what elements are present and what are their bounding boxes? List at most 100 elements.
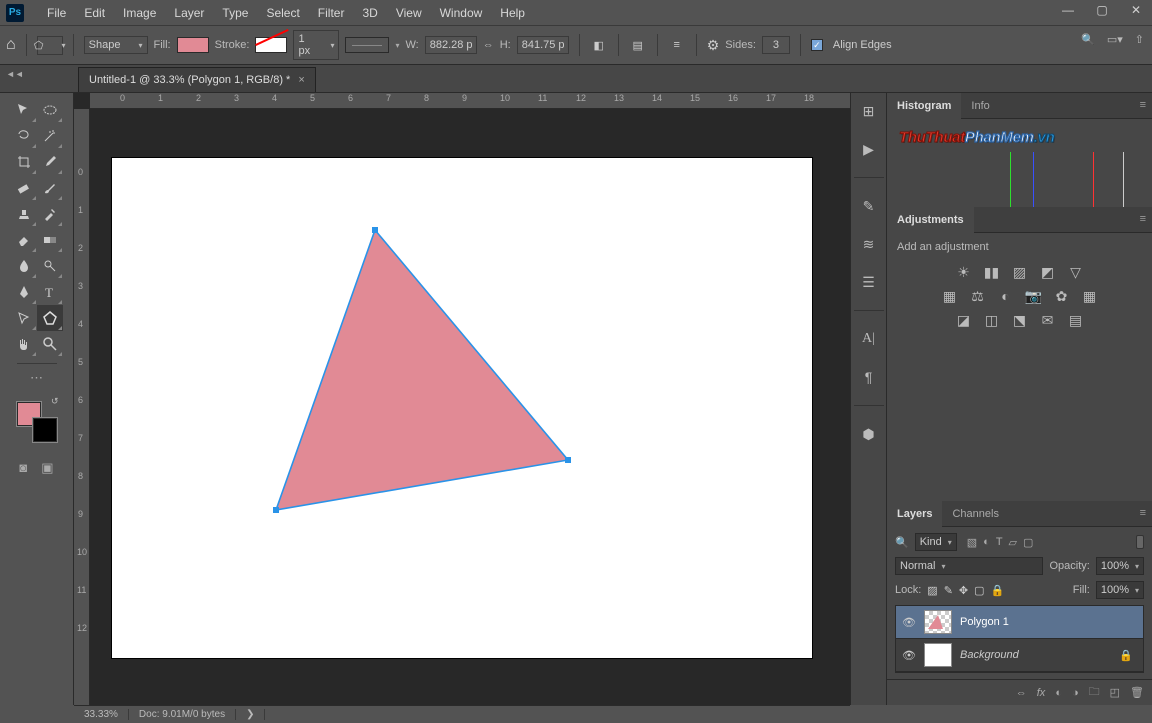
lock-transparent-icon[interactable]: ▨ <box>927 584 937 597</box>
share-icon[interactable]: ⇧ <box>1135 33 1144 46</box>
eyedropper-tool[interactable] <box>37 149 63 175</box>
marquee-tool[interactable] <box>37 97 63 123</box>
quick-mask-icon[interactable]: ◙ <box>19 460 27 476</box>
align-edges-checkbox[interactable]: ✓ <box>811 39 823 51</box>
menu-image[interactable]: Image <box>114 2 165 24</box>
dock-history-icon[interactable]: ≋ <box>856 232 882 256</box>
lock-artboard-icon[interactable]: ▢ <box>974 584 984 597</box>
filter-type-icon[interactable]: T <box>996 536 1003 549</box>
vibrance-icon[interactable]: ▽ <box>1067 263 1085 281</box>
photo-filter-icon[interactable]: 📷 <box>1025 287 1043 305</box>
filter-adjust-icon[interactable]: ◐ <box>983 536 990 549</box>
color-swatches[interactable]: ↺ <box>17 402 57 442</box>
anchor-point[interactable] <box>273 507 279 513</box>
screen-mode-icon[interactable]: ▣ <box>41 460 53 476</box>
tab-adjustments[interactable]: Adjustments <box>887 207 974 233</box>
menu-filter[interactable]: Filter <box>309 2 354 24</box>
close-tab-icon[interactable]: × <box>298 74 304 86</box>
home-icon[interactable]: ⌂ <box>6 36 16 54</box>
gradient-tool[interactable] <box>37 227 63 253</box>
width-input[interactable] <box>425 36 477 54</box>
delete-layer-icon[interactable]: 🗑 <box>1130 686 1144 699</box>
filter-toggle[interactable] <box>1136 535 1144 549</box>
maximize-button[interactable]: ▢ <box>1092 3 1112 17</box>
filter-smart-icon[interactable]: ▢ <box>1023 536 1033 549</box>
edit-toolbar-icon[interactable]: ⋯ <box>30 370 43 386</box>
layer-thumbnail[interactable] <box>924 643 952 667</box>
minimize-button[interactable]: — <box>1058 3 1078 17</box>
zoom-level[interactable]: 33.33% <box>74 709 129 720</box>
new-adjustment-layer-icon[interactable]: ◑ <box>1072 687 1079 699</box>
panel-menu-icon[interactable]: ≡ <box>1140 99 1146 111</box>
height-input[interactable] <box>517 36 569 54</box>
geometry-options-icon[interactable]: ⚙ <box>707 37 720 54</box>
anchor-point[interactable] <box>565 457 571 463</box>
visibility-icon[interactable]: 👁 <box>902 616 916 629</box>
path-arrangement-icon[interactable]: ≡ <box>668 36 686 54</box>
dodge-tool[interactable] <box>37 253 63 279</box>
opacity-input[interactable]: 100% <box>1096 557 1144 575</box>
zoom-tool[interactable] <box>37 331 63 357</box>
curves-icon[interactable]: ▨ <box>1011 263 1029 281</box>
layer-mask-icon[interactable]: ◐ <box>1055 687 1062 699</box>
canvas-area[interactable]: 0 1 2 3 4 5 6 7 8 9 10 11 12 13 14 15 16… <box>74 93 850 705</box>
search-icon[interactable]: 🔍 <box>1081 33 1095 46</box>
healing-brush-tool[interactable] <box>11 175 37 201</box>
menu-edit[interactable]: Edit <box>75 2 114 24</box>
dock-brush-icon[interactable]: ✎ <box>856 194 882 218</box>
workspace-switcher-icon[interactable]: ▭▾ <box>1107 33 1123 46</box>
move-tool[interactable] <box>11 97 37 123</box>
invert-icon[interactable]: ◪ <box>955 311 973 329</box>
menu-window[interactable]: Window <box>431 2 492 24</box>
eraser-tool[interactable] <box>11 227 37 253</box>
hue-icon[interactable]: ▦ <box>941 287 959 305</box>
gradient-map-icon[interactable]: ✉ <box>1039 311 1057 329</box>
dock-play-icon[interactable]: ▶ <box>856 137 882 161</box>
exposure-icon[interactable]: ◩ <box>1039 263 1057 281</box>
layer-name[interactable]: Background <box>960 649 1019 661</box>
path-alignment-icon[interactable]: ▤ <box>629 36 647 54</box>
type-tool[interactable]: T <box>37 279 63 305</box>
bw-icon[interactable]: ◐ <box>997 287 1015 305</box>
sides-input[interactable] <box>762 36 790 54</box>
collapse-toolbar-icon[interactable]: ◄◄ <box>6 69 24 79</box>
menu-3d[interactable]: 3D <box>353 2 386 24</box>
magic-wand-tool[interactable] <box>37 123 63 149</box>
channel-mixer-icon[interactable]: ✿ <box>1053 287 1071 305</box>
filter-pixel-icon[interactable]: ▧ <box>967 536 977 549</box>
shape-tool[interactable] <box>37 305 63 331</box>
document-tab[interactable]: Untitled-1 @ 33.3% (Polygon 1, RGB/8) * … <box>78 67 316 92</box>
fill-swatch[interactable] <box>177 37 209 53</box>
stroke-width-input[interactable]: 1 px <box>293 30 339 60</box>
layer-item-polygon[interactable]: 👁 Polygon 1 <box>896 606 1143 639</box>
color-balance-icon[interactable]: ⚖ <box>969 287 987 305</box>
layer-item-background[interactable]: 👁 Background 🔒 <box>896 639 1143 672</box>
path-selection-tool[interactable] <box>11 305 37 331</box>
posterize-icon[interactable]: ◫ <box>983 311 1001 329</box>
layer-name[interactable]: Polygon 1 <box>960 616 1009 628</box>
clone-stamp-tool[interactable] <box>11 201 37 227</box>
status-more[interactable]: ❯ <box>236 709 265 720</box>
lookup-icon[interactable]: ▦ <box>1081 287 1099 305</box>
anchor-point[interactable] <box>372 227 378 233</box>
tab-channels[interactable]: Channels <box>942 501 1008 527</box>
menu-type[interactable]: Type <box>213 2 257 24</box>
layer-filter-select[interactable]: Kind <box>915 533 957 551</box>
doc-size[interactable]: Doc: 9.01M/0 bytes <box>129 709 236 720</box>
link-wh-icon[interactable]: ⇔ <box>483 39 494 51</box>
stroke-style-picker[interactable] <box>345 37 389 53</box>
panel-menu-icon[interactable]: ≡ <box>1140 507 1146 519</box>
dock-libraries-icon[interactable]: ⊞ <box>856 99 882 123</box>
menu-select[interactable]: Select <box>257 2 308 24</box>
hand-tool[interactable] <box>11 331 37 357</box>
blend-mode-select[interactable]: Normal <box>895 557 1043 575</box>
dock-character-icon[interactable]: A| <box>856 327 882 351</box>
tab-histogram[interactable]: Histogram <box>887 93 961 119</box>
menu-layer[interactable]: Layer <box>165 2 213 24</box>
visibility-icon[interactable]: 👁 <box>902 649 916 662</box>
pen-tool[interactable] <box>11 279 37 305</box>
lock-position-icon[interactable]: ✥ <box>959 584 968 597</box>
background-color[interactable] <box>33 418 57 442</box>
panel-menu-icon[interactable]: ≡ <box>1140 213 1146 225</box>
threshold-icon[interactable]: ⬔ <box>1011 311 1029 329</box>
